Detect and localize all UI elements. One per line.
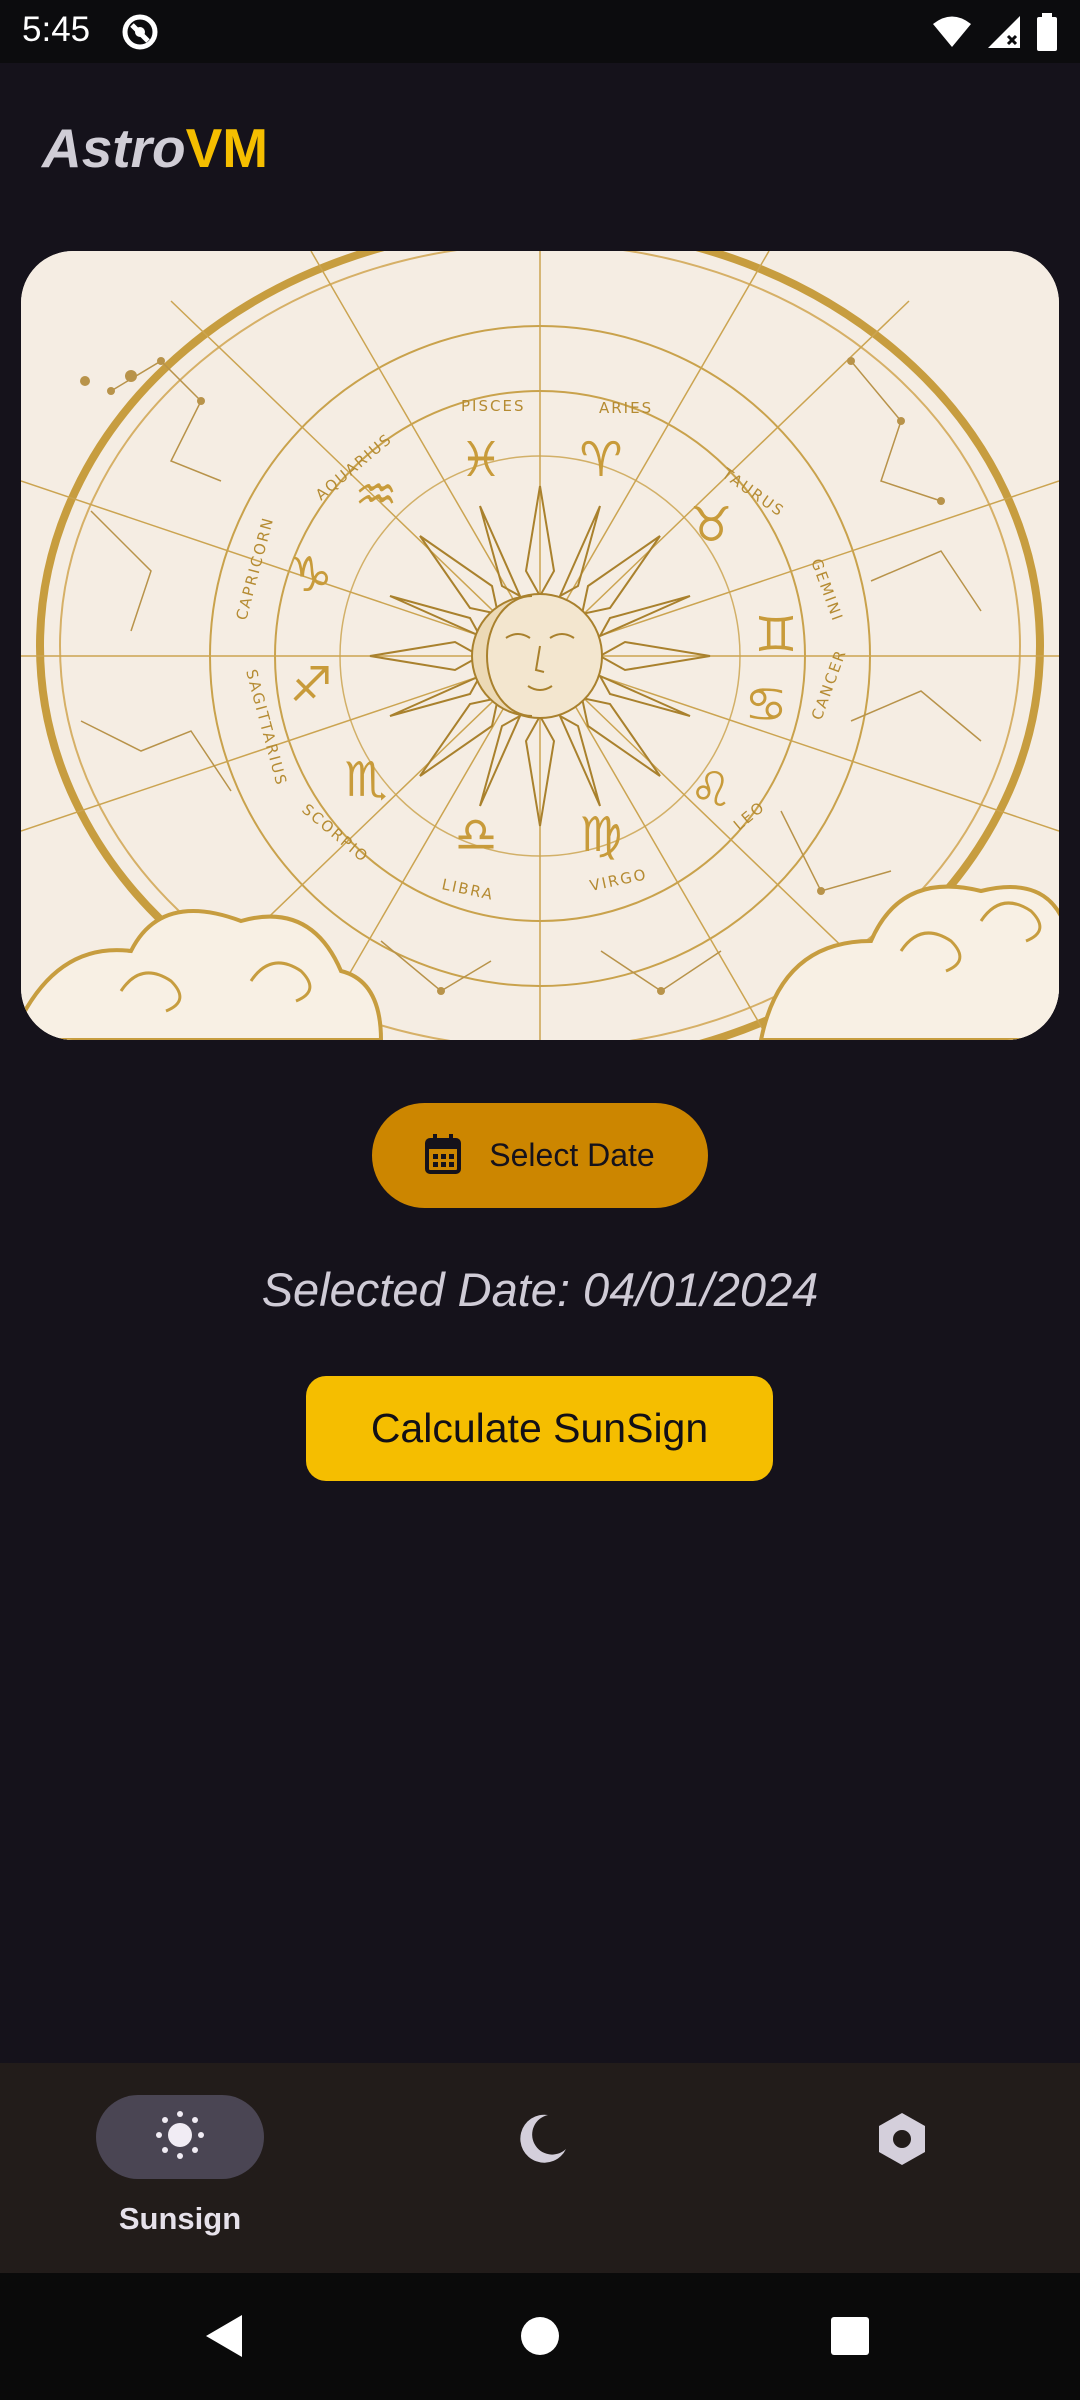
nav-label-sunsign: Sunsign	[118, 2201, 242, 2236]
system-navigation-bar	[0, 2273, 1080, 2400]
calendar-icon	[425, 1134, 462, 1177]
wifi-icon	[932, 15, 972, 49]
recent-apps-icon[interactable]	[815, 2301, 885, 2371]
zodiac-label: ARIES	[599, 399, 653, 417]
back-icon[interactable]	[190, 2301, 260, 2371]
moon-icon	[514, 2111, 570, 2172]
selected-date-text: Selected Date: 04/01/2024	[261, 1263, 819, 1316]
svg-text:♈: ♈	[579, 432, 622, 488]
app-notification-icon	[120, 12, 160, 52]
settings-icon	[876, 2111, 928, 2172]
select-date-label: Select Date	[489, 1137, 655, 1173]
status-time: 5:45	[22, 10, 91, 49]
svg-text:♏: ♏	[344, 752, 387, 808]
svg-text:♌: ♌	[689, 762, 732, 818]
svg-text:♎: ♎	[454, 807, 497, 863]
app-title-astro: Astro	[42, 117, 186, 179]
bottom-navigation: Sunsign	[0, 2063, 1080, 2273]
svg-text:♋: ♋	[744, 677, 787, 733]
svg-text:♓: ♓	[459, 432, 502, 488]
app-title-vm: VM	[185, 117, 269, 179]
svg-text:♐: ♐	[289, 657, 332, 713]
calculate-sunsign-button[interactable]: Calculate SunSign	[306, 1376, 773, 1481]
svg-text:♊: ♊	[754, 607, 797, 663]
home-icon[interactable]	[505, 2301, 575, 2371]
zodiac-label: PISCES	[461, 397, 525, 415]
nav-item-moon[interactable]	[488, 2063, 592, 2273]
nav-active-indicator	[96, 2095, 264, 2179]
svg-text:♑: ♑	[289, 547, 332, 603]
zodiac-wheel-image: PISCES ARIES TAURUS GEMINI CANCER LEO VI…	[21, 251, 1059, 1040]
battery-icon	[1036, 13, 1058, 51]
select-date-button[interactable]: Select Date	[372, 1103, 708, 1208]
svg-text:♉: ♉	[689, 497, 732, 553]
svg-text:♍: ♍	[579, 807, 622, 863]
sun-icon	[154, 2109, 206, 2166]
nav-item-settings[interactable]	[850, 2063, 954, 2273]
svg-text:♒: ♒	[354, 467, 397, 523]
app-title: AstroVM	[42, 116, 268, 180]
nav-item-sunsign[interactable]: Sunsign	[80, 2063, 280, 2273]
status-bar: 5:45	[0, 0, 1080, 63]
signal-icon	[986, 14, 1022, 50]
